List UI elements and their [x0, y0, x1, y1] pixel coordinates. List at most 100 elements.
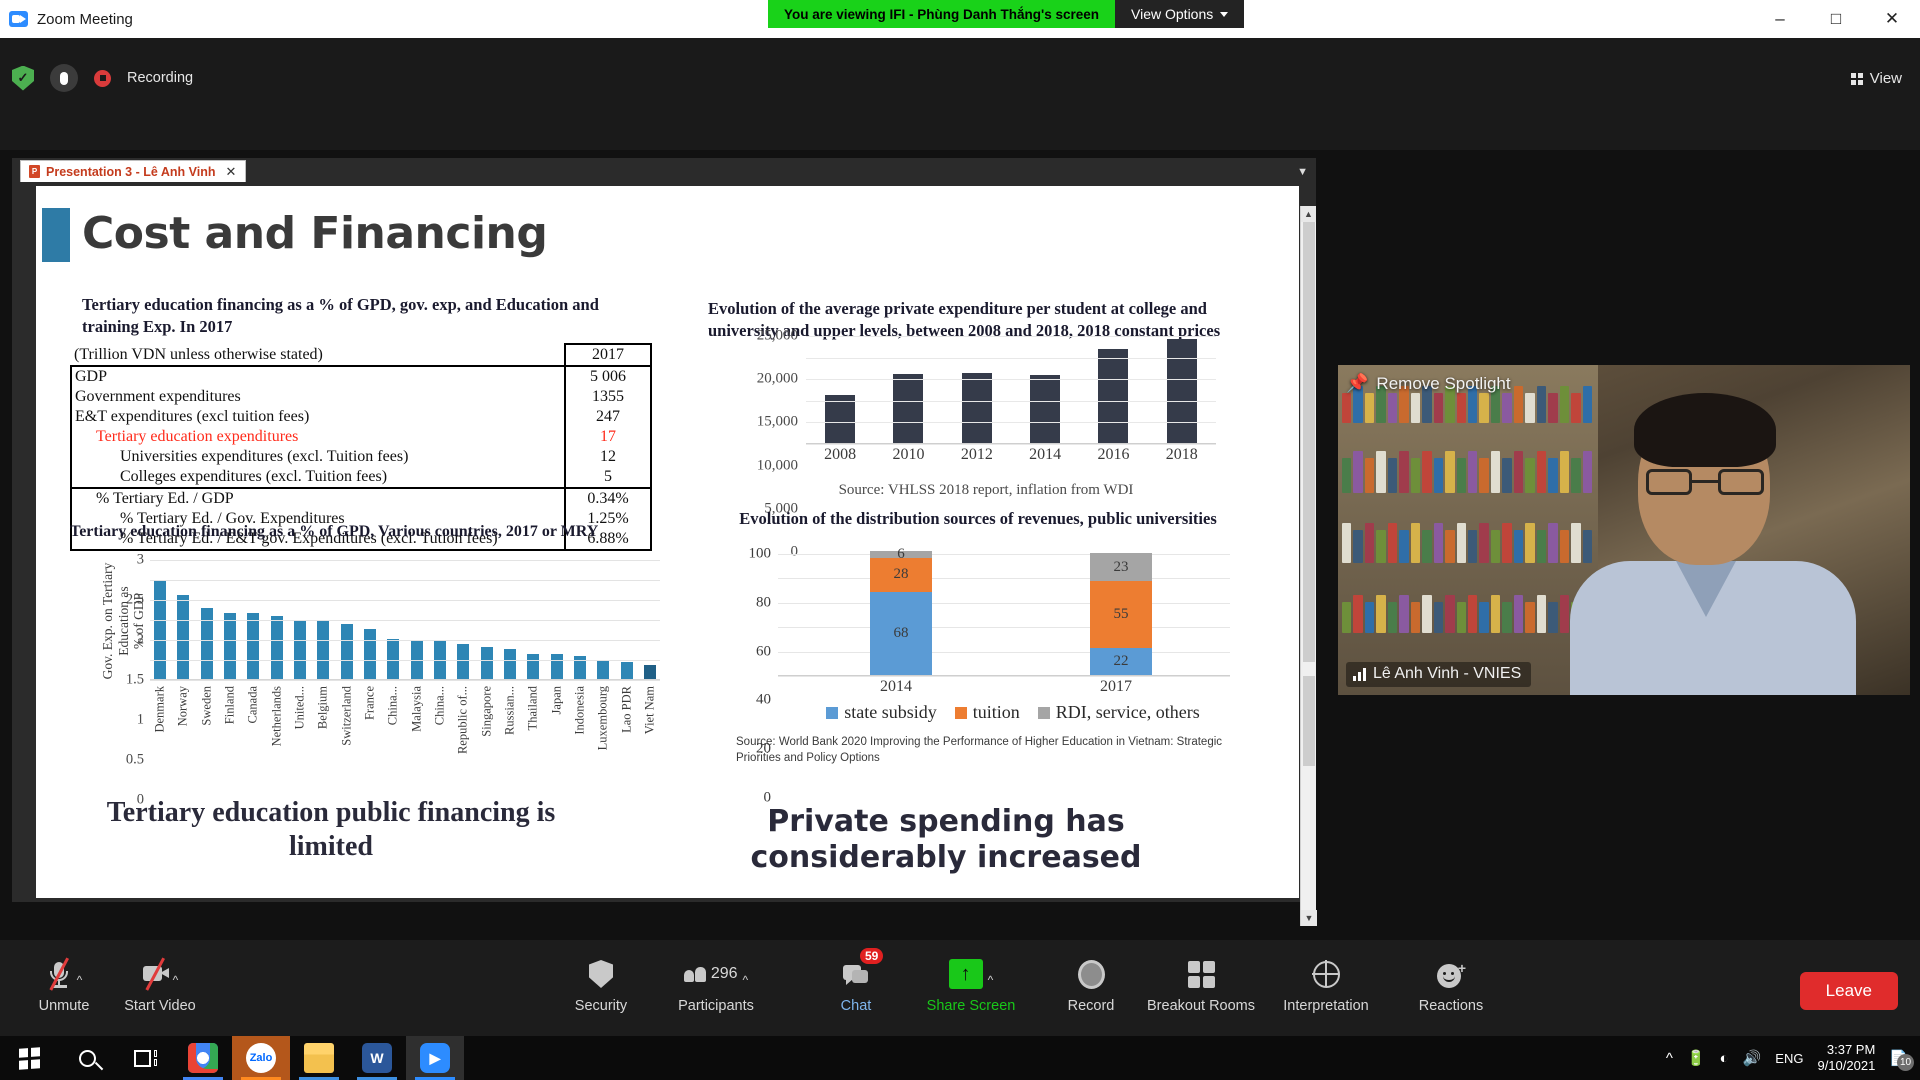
book — [1559, 451, 1570, 493]
book — [1342, 602, 1352, 633]
glasses-icon — [1646, 469, 1764, 495]
bar — [893, 373, 924, 443]
row-value: 5 — [564, 467, 652, 489]
row-label: Government expenditures — [70, 387, 565, 407]
bar — [961, 372, 992, 443]
toolbar-button-chat[interactable]: 59 Chat — [800, 948, 912, 1014]
scroll-down-icon[interactable]: ▼ — [1301, 910, 1317, 926]
toolbar-button-share-screen[interactable]: ^ Share Screen — [915, 954, 1027, 1014]
minimize-button[interactable]: – — [1752, 0, 1808, 38]
book — [1525, 602, 1535, 633]
chevron-up-icon[interactable]: ^ — [743, 973, 749, 987]
search-button[interactable] — [58, 1036, 116, 1080]
encryption-shield-icon[interactable] — [12, 65, 34, 91]
notification-center-button[interactable]: 📄 10 — [1889, 1049, 1914, 1071]
spotlight-video-tile[interactable]: 📌 Remove Spotlight Lê Anh Vinh - VNIES — [1338, 365, 1910, 695]
battery-icon[interactable]: 🔋 — [1687, 1049, 1706, 1067]
x-tick-label: Republic of... — [455, 686, 470, 755]
bar — [1098, 348, 1129, 443]
clock[interactable]: 3:37 PM 9/10/2021 — [1817, 1042, 1875, 1075]
toolbar-button-label: Share Screen — [926, 998, 1016, 1014]
close-button[interactable]: ✕ — [1864, 0, 1920, 38]
task-view-button[interactable] — [116, 1036, 174, 1080]
show-hidden-icons-icon[interactable]: ^ — [1666, 1050, 1673, 1067]
book — [1467, 451, 1478, 493]
revenue-sources-chart: 0 20 40 60 80 100 6 28 68 23 55 22 2014 2017 state s… — [736, 546, 1246, 806]
taskbar-app-file-explorer[interactable] — [290, 1036, 348, 1080]
toolbar-icon-row — [1312, 954, 1340, 994]
book — [1571, 393, 1581, 423]
word-icon: W — [362, 1043, 392, 1073]
gridline: 3 — [137, 552, 660, 568]
x-tick-label: Denmark — [152, 686, 167, 733]
window-title: Zoom Meeting — [37, 10, 133, 28]
legend-label: RDI, service, others — [1055, 702, 1200, 722]
remove-spotlight-button[interactable]: 📌 Remove Spotlight — [1346, 373, 1511, 394]
recording-dot-icon[interactable] — [94, 69, 111, 87]
scrollbar-thumb-lower[interactable] — [1303, 676, 1315, 766]
leave-button[interactable]: Leave — [1799, 972, 1898, 1010]
book — [1456, 458, 1466, 493]
wifi-icon[interactable]: ◐ — [1720, 1050, 1729, 1067]
taskbar-app-zalo[interactable]: Zalo — [232, 1036, 290, 1080]
chevron-down-icon[interactable]: ▼ — [1297, 166, 1308, 178]
toolbar-icon-row — [1077, 954, 1105, 994]
volume-icon[interactable]: 🔊 — [1743, 1049, 1762, 1067]
scrollbar-thumb[interactable] — [1303, 222, 1315, 662]
start-button[interactable] — [0, 1036, 58, 1080]
chevron-up-icon[interactable]: ^ — [77, 973, 83, 987]
scroll-up-icon[interactable]: ▲ — [1301, 206, 1316, 222]
toolbar-button-start-video[interactable]: ^ Start Video — [104, 954, 216, 1014]
book — [1445, 451, 1455, 493]
table-row: Government expenditures 1355 — [70, 387, 652, 407]
presentation-tab[interactable]: P Presentation 3 - Lê Anh Vinh ✕ — [20, 160, 247, 182]
chevron-up-icon[interactable]: ^ — [988, 973, 994, 987]
book — [1548, 523, 1558, 563]
toolbar-icon-row — [1187, 954, 1215, 994]
toolbar-button-interpretation[interactable]: Interpretation — [1270, 954, 1382, 1014]
book — [1387, 523, 1398, 563]
x-tick-label: Norway — [175, 686, 190, 727]
book — [1548, 393, 1558, 423]
y-tick-label: 2 — [136, 631, 144, 648]
y-tick-label: 25,000 — [756, 327, 798, 344]
book — [1536, 386, 1547, 423]
taskbar-app-word[interactable]: W — [348, 1036, 406, 1080]
taskbar-app-zoom[interactable]: ▶ — [406, 1036, 464, 1080]
book — [1502, 458, 1512, 493]
maximize-button[interactable]: □ — [1808, 0, 1864, 38]
x-tick-label: Indonesia — [572, 686, 587, 735]
toolbar-button-breakout-rooms[interactable]: Breakout Rooms — [1145, 954, 1257, 1014]
book — [1571, 458, 1581, 493]
chevron-up-icon[interactable]: ^ — [173, 973, 179, 987]
close-icon[interactable]: ✕ — [225, 164, 236, 180]
language-indicator[interactable]: ENG — [1775, 1051, 1803, 1066]
x-tick-label: 2014 — [1029, 446, 1062, 463]
toolbar-button-record[interactable]: Record — [1035, 954, 1147, 1014]
book — [1525, 458, 1535, 493]
view-options-button[interactable]: View Options — [1115, 0, 1245, 28]
book — [1387, 458, 1398, 493]
stack-segment: 6 — [870, 546, 932, 562]
view-button[interactable]: View — [1850, 70, 1902, 87]
y-tick-label: 1 — [136, 711, 144, 728]
toolbar-button-label: Reactions — [1418, 998, 1484, 1014]
slide-scrollbar[interactable]: ▲ ▼ — [1300, 206, 1317, 926]
breakout-rooms-icon — [1187, 960, 1215, 988]
book — [1513, 530, 1524, 563]
toolbar-button-security[interactable]: Security — [545, 954, 657, 1014]
toolbar-button-participants[interactable]: 296 ^ Participants — [660, 954, 772, 1014]
bar — [387, 639, 400, 679]
taskbar-app-chrome[interactable] — [174, 1036, 232, 1080]
x-tick-label: China... — [432, 686, 447, 726]
mic-status-icon[interactable] — [50, 64, 78, 92]
presentation-slide: Cost and Financing Tertiary education fi… — [36, 186, 1299, 898]
toolbar-button-reactions[interactable]: + Reactions — [1395, 954, 1507, 1015]
table-row: % Tertiary Ed. / GDP 0.34% — [70, 488, 652, 509]
search-icon — [78, 1049, 96, 1067]
x-tick-label: 2008 — [824, 446, 857, 463]
page-title: Cost and Financing — [82, 208, 548, 259]
gridline: 40 — [756, 627, 1230, 708]
book — [1353, 595, 1363, 633]
countries-bar-chart: Gov. Exp. on Tertiary Education as% of GD… — [72, 552, 672, 808]
